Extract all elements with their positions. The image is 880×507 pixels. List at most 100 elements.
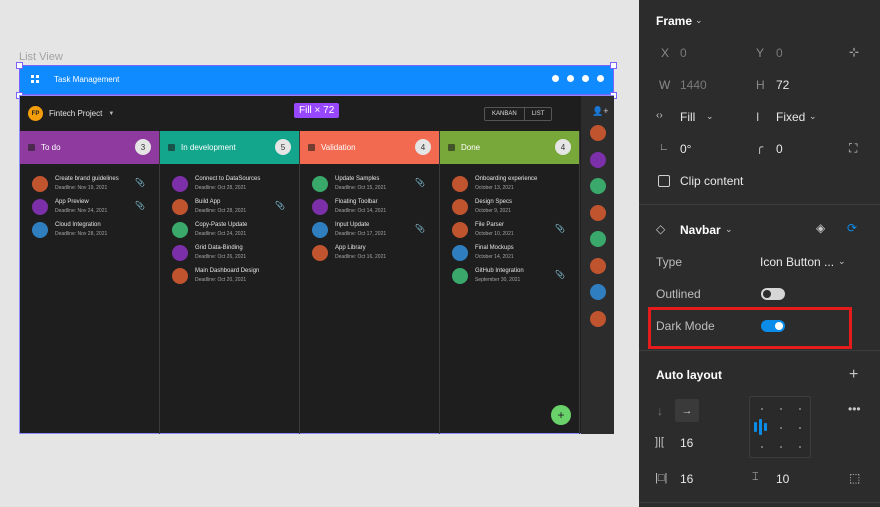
member-avatar[interactable]: [590, 310, 606, 327]
member-avatar[interactable]: [590, 257, 606, 274]
alignment-grid[interactable]: [749, 396, 811, 458]
frame-label[interactable]: List View: [19, 51, 63, 63]
go-to-main-component-icon[interactable]: ◈: [816, 221, 825, 235]
column-header[interactable]: In development 5: [160, 131, 299, 164]
add-task-button[interactable]: +: [551, 405, 571, 425]
align-dot[interactable]: [780, 408, 782, 410]
attachment-icon[interactable]: 📎: [275, 201, 285, 210]
align-dot[interactable]: [799, 446, 801, 448]
task-item[interactable]: App Preview Deadline: Nov 24, 2021 📎: [20, 195, 159, 218]
attachment-icon[interactable]: 📎: [415, 178, 425, 187]
resize-handle-top-right[interactable]: [610, 62, 617, 69]
view-switcher[interactable]: KANBAN LIST: [484, 107, 553, 121]
chevron-down-icon[interactable]: ⌄: [725, 224, 733, 235]
outlined-toggle[interactable]: [761, 288, 785, 300]
horizontal-direction-button[interactable]: →: [675, 399, 699, 422]
list-view-frame[interactable]: FP Fintech Project ▼ Fill × 72 KANBAN LI…: [19, 95, 614, 434]
corner-radius-input[interactable]: 0: [776, 142, 783, 156]
column-header[interactable]: To do 3: [20, 131, 159, 164]
task-item[interactable]: App Library Deadline: Oct 16, 2021: [300, 241, 439, 264]
share-icon[interactable]: [567, 75, 574, 82]
attachment-icon[interactable]: 📎: [135, 178, 145, 187]
w-input[interactable]: 1440: [680, 78, 707, 92]
member-avatar[interactable]: [590, 231, 606, 247]
independent-padding-icon[interactable]: ⬚: [849, 471, 860, 485]
task-item[interactable]: Main Dashboard Design Deadline: Oct 20, 2…: [160, 264, 299, 287]
task-item[interactable]: Floating Toolbar Deadline: Oct 14, 2021: [300, 195, 439, 218]
settings-icon[interactable]: [552, 75, 559, 82]
task-item[interactable]: File Parser October 10, 2021 📎: [440, 218, 579, 241]
members-rail: 👤+: [581, 96, 614, 434]
frame-section-title[interactable]: Frame: [656, 14, 692, 28]
navbar-component[interactable]: Task Management: [19, 65, 614, 95]
member-avatar[interactable]: [590, 204, 606, 221]
kanban-view-button[interactable]: KANBAN: [485, 108, 524, 120]
chevron-down-icon[interactable]: ⌄: [838, 256, 846, 267]
bell-icon[interactable]: [582, 75, 589, 82]
outlined-label: Outlined: [656, 287, 701, 301]
list-view-button[interactable]: LIST: [523, 108, 552, 120]
align-dot[interactable]: [761, 408, 763, 410]
member-avatar[interactable]: [590, 125, 606, 141]
column-header[interactable]: Done 4: [440, 131, 579, 164]
project-selector[interactable]: FP Fintech Project ▼: [28, 106, 114, 121]
type-select[interactable]: Icon Button ...: [760, 255, 834, 269]
align-dot[interactable]: [780, 427, 782, 429]
x-input[interactable]: 0: [680, 46, 687, 60]
height-mode-select[interactable]: Fixed: [776, 110, 805, 124]
task-item[interactable]: Update Samples Deadline: Oct 15, 2021 📎: [300, 172, 439, 195]
width-mode-select[interactable]: Fill: [680, 110, 695, 124]
add-icon[interactable]: +: [849, 366, 858, 384]
task-item[interactable]: Create brand guidelines Deadline: Nov 19,…: [20, 172, 159, 195]
resize-handle-top-left[interactable]: [16, 62, 23, 69]
align-dot[interactable]: [799, 427, 801, 429]
component-name[interactable]: Navbar: [680, 223, 721, 237]
constraints-icon[interactable]: ⊹: [849, 45, 859, 59]
h-input[interactable]: 72: [776, 78, 789, 92]
task-title: App Preview: [55, 199, 89, 205]
gap-between-input[interactable]: 16: [680, 436, 693, 450]
attachment-icon[interactable]: 📎: [555, 224, 565, 233]
task-item[interactable]: Final Mockups October 14, 2021: [440, 241, 579, 264]
clip-content-checkbox[interactable]: [658, 175, 670, 187]
chevron-down-icon[interactable]: ⌄: [706, 111, 714, 122]
attachment-icon[interactable]: 📎: [135, 201, 145, 210]
align-dot[interactable]: [799, 408, 801, 410]
vertical-padding-input[interactable]: 10: [776, 472, 789, 486]
task-deadline: Deadline: Oct 17, 2021: [335, 231, 387, 237]
vertical-direction-icon[interactable]: ↓: [657, 404, 663, 418]
more-options-icon[interactable]: •••: [848, 402, 861, 416]
task-item[interactable]: Copy-Paste Update Deadline: Oct 24, 2021: [160, 218, 299, 241]
design-canvas[interactable]: List View Task Management FP Fintech Pro…: [0, 0, 639, 507]
attachment-icon[interactable]: 📎: [555, 270, 565, 279]
task-item[interactable]: Input Update Deadline: Oct 17, 2021 📎: [300, 218, 439, 241]
task-item[interactable]: Grid Data-Binding Deadline: Oct 26, 2021: [160, 241, 299, 264]
horizontal-padding-input[interactable]: 16: [680, 472, 693, 486]
chevron-down-icon[interactable]: ⌄: [695, 15, 703, 26]
column-header[interactable]: Validation 4: [300, 131, 439, 164]
task-item[interactable]: Build App Deadline: Oct 28, 2021 📎: [160, 195, 299, 218]
reset-instance-icon[interactable]: ⟳: [847, 221, 857, 235]
member-avatar[interactable]: [590, 284, 606, 300]
grid-menu-icon: [31, 75, 39, 83]
column-title: To do: [41, 143, 61, 152]
add-user-icon[interactable]: 👤+: [592, 106, 608, 117]
y-input[interactable]: 0: [776, 46, 783, 60]
task-item[interactable]: Design Specs October 9, 2021: [440, 195, 579, 218]
task-item[interactable]: Onboarding experience October 13, 2021: [440, 172, 579, 195]
task-item[interactable]: GitHub Integration September 30, 2021 📎: [440, 264, 579, 287]
task-item[interactable]: Cloud Integration Deadline: Nov 28, 2021: [20, 218, 159, 241]
align-dot[interactable]: [761, 446, 763, 448]
attachment-icon[interactable]: 📎: [415, 224, 425, 233]
member-avatar[interactable]: [590, 151, 606, 168]
member-avatar[interactable]: [590, 178, 606, 194]
account-icon[interactable]: [597, 75, 604, 82]
align-dot[interactable]: [780, 446, 782, 448]
avatar: [312, 244, 328, 261]
task-item[interactable]: Connect to DataSources Deadline: Oct 28, …: [160, 172, 299, 195]
chevron-down-icon[interactable]: ⌄: [809, 111, 817, 122]
task-title: Cloud Integration: [55, 222, 101, 228]
rotation-input[interactable]: 0°: [680, 142, 691, 156]
kanban-columns: To do 3 Create brand guidelines Deadline: N…: [20, 131, 580, 434]
independent-corners-icon[interactable]: ⛶: [849, 141, 857, 156]
